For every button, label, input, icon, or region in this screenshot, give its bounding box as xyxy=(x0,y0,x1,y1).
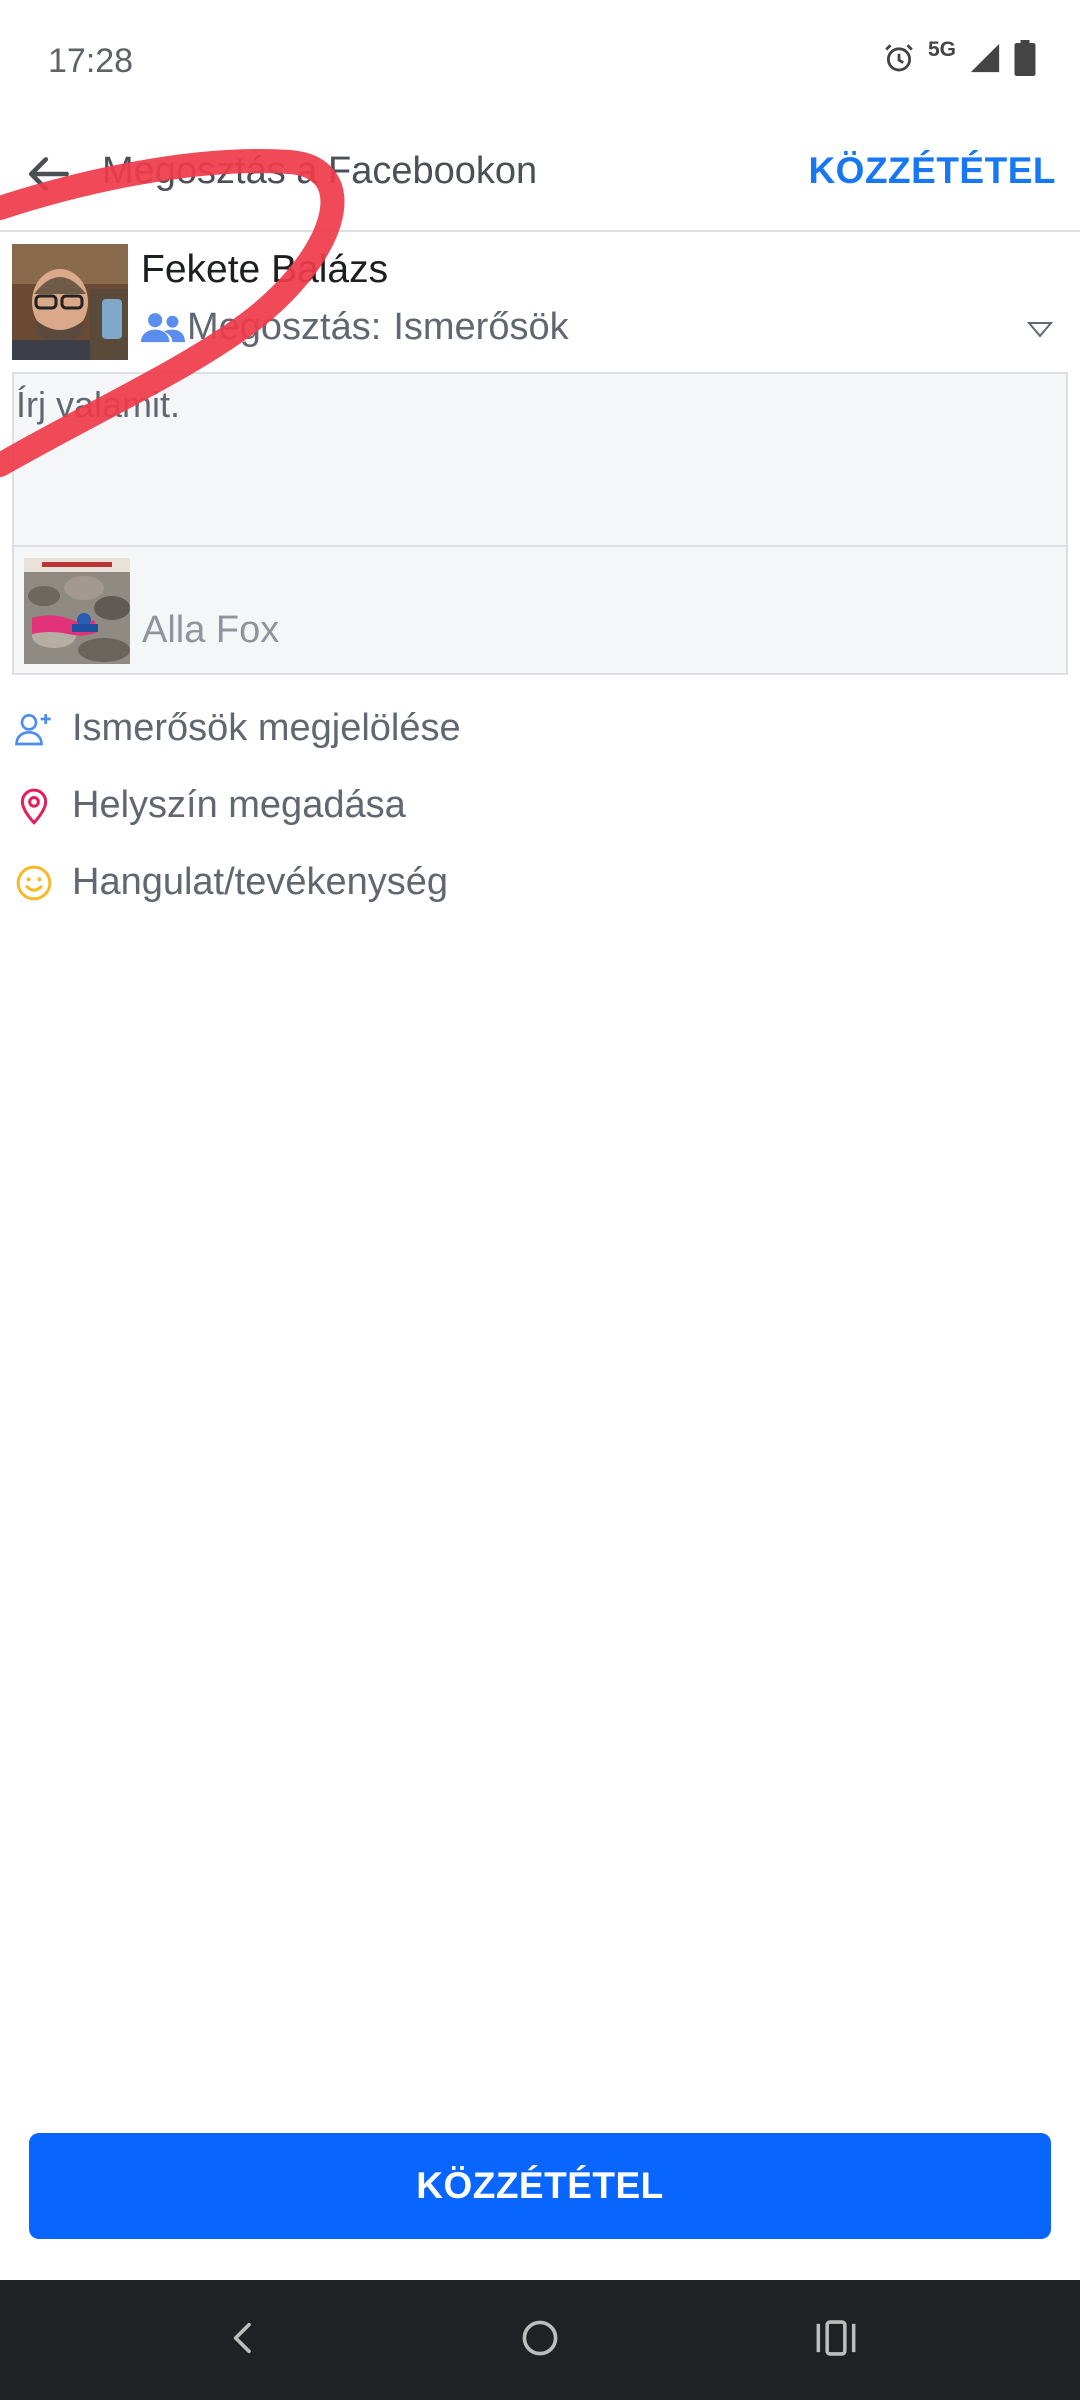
friends-icon xyxy=(141,309,185,347)
recents-icon xyxy=(813,2318,859,2363)
battery-icon xyxy=(1014,39,1036,81)
page-title: Megosztás a Facebookon xyxy=(102,150,538,192)
tag-friends-action[interactable]: Ismerősök megjelölése xyxy=(0,690,1080,767)
network-type: 5G xyxy=(927,38,956,61)
action-label: Ismerősök megjelölése xyxy=(72,707,461,749)
triangle-down-icon xyxy=(1026,321,1054,344)
audience-prefix: Megosztás: xyxy=(187,306,382,348)
tag-friend-icon xyxy=(14,709,54,749)
system-nav-bar xyxy=(0,2280,1080,2400)
status-bar: 17:28 5G xyxy=(0,0,1080,120)
location-action[interactable]: Helyszín megadása xyxy=(0,767,1080,844)
nav-recents-button[interactable] xyxy=(806,2310,866,2370)
link-title: Alla Fox xyxy=(142,609,280,651)
publish-button-label: KÖZZÉTÉTEL xyxy=(416,2165,664,2206)
home-circle-icon xyxy=(518,2316,562,2365)
publish-button-bottom[interactable]: KÖZZÉTÉTEL xyxy=(29,2133,1051,2239)
alarm-icon xyxy=(882,41,916,80)
nav-back-button[interactable] xyxy=(214,2310,274,2370)
action-label: Helyszín megadása xyxy=(72,784,406,826)
smiley-icon xyxy=(14,863,54,903)
shared-link-preview[interactable]: Alla Fox xyxy=(12,545,1068,675)
arrow-left-icon xyxy=(25,149,75,204)
chevron-left-icon xyxy=(224,2318,264,2363)
audience-selector[interactable]: Megosztás: Ismerősök xyxy=(141,306,569,349)
post-text-input[interactable] xyxy=(14,374,1066,545)
link-thumbnail xyxy=(24,558,130,664)
app-bar: Megosztás a Facebookon KÖZZÉTÉTEL xyxy=(0,120,1080,232)
signal-icon xyxy=(968,41,1002,80)
composer-actions: Ismerősök megjelölése Helyszín megadása … xyxy=(0,690,1080,921)
status-time: 17:28 xyxy=(48,42,134,80)
feeling-action[interactable]: Hangulat/tevékenység xyxy=(0,844,1080,921)
audience-dropdown[interactable] xyxy=(1020,312,1060,352)
nav-home-button[interactable] xyxy=(510,2310,570,2370)
compose-box xyxy=(12,372,1068,547)
user-name: Fekete Balázs xyxy=(141,248,389,291)
status-icons: 5G xyxy=(882,38,1036,81)
audience-value: Ismerősök xyxy=(393,306,569,348)
location-pin-icon xyxy=(14,786,54,826)
avatar xyxy=(12,244,128,360)
back-button[interactable] xyxy=(16,142,84,210)
action-label: Hangulat/tevékenység xyxy=(72,861,449,903)
publish-button-top[interactable]: KÖZZÉTÉTEL xyxy=(808,150,1056,192)
